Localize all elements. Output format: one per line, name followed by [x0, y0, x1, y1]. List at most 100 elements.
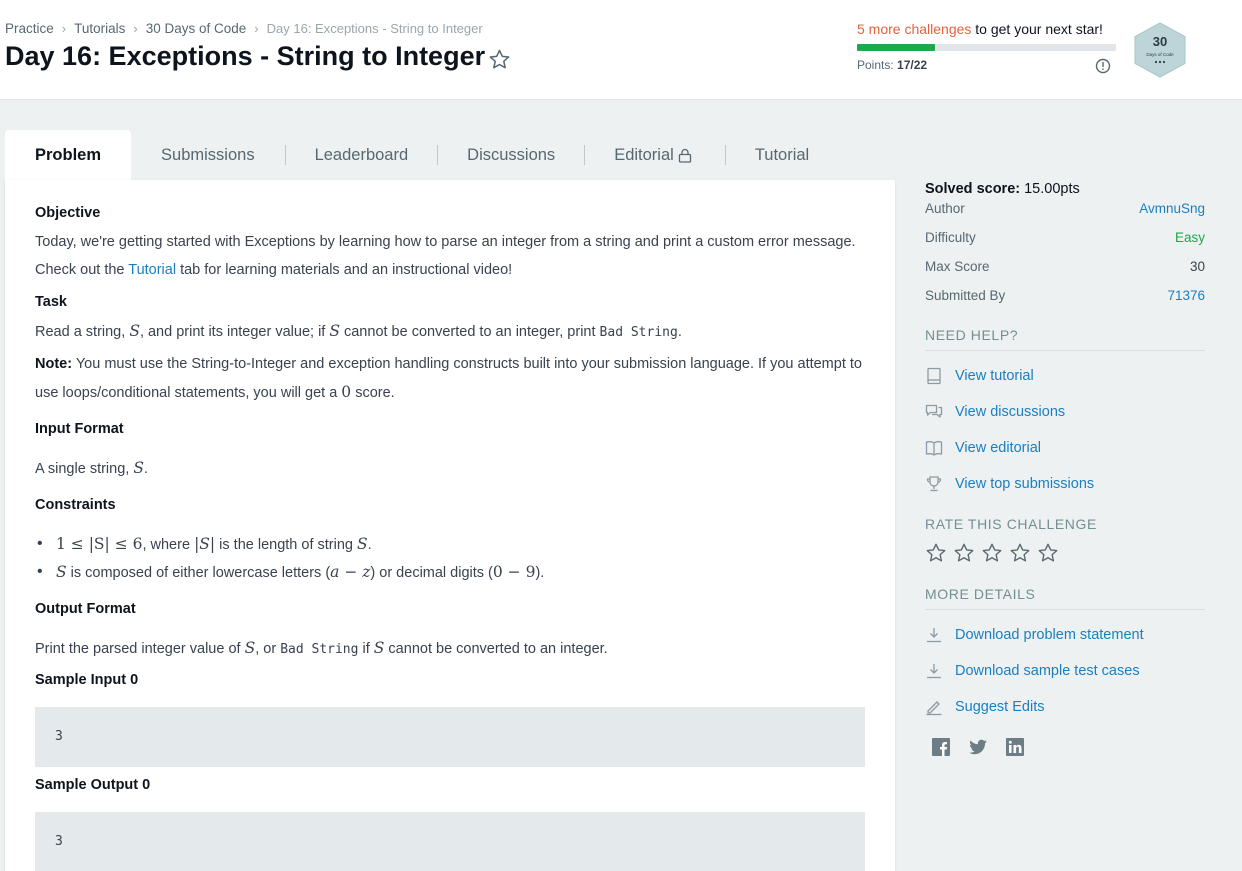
sample-output-box: 3	[35, 812, 865, 871]
chat-icon	[925, 404, 943, 418]
math-s: S	[373, 639, 385, 657]
math-s: S	[244, 639, 256, 657]
rating-star-icon[interactable]	[925, 542, 947, 564]
download-statement-link[interactable]: Download problem statement	[925, 626, 1144, 644]
tab-leaderboard[interactable]: Leaderboard	[315, 130, 409, 180]
tab-divider	[437, 145, 439, 165]
tab-problem[interactable]: Problem	[5, 130, 132, 180]
output-format-heading: Output Format	[35, 601, 136, 617]
constraints-list: 1 ≤ |S| ≤ 6, where |S| is the length of …	[35, 530, 871, 586]
star-progress-bar	[857, 44, 1116, 51]
view-discussions-link[interactable]: View discussions	[925, 403, 1065, 421]
view-top-submissions-link[interactable]: View top submissions	[925, 475, 1094, 493]
suggest-edits-link[interactable]: Suggest Edits	[925, 698, 1044, 716]
task-text-part: , and print its integer value; if	[139, 324, 330, 340]
constraint-text: , where	[142, 537, 195, 553]
meta-label: Submitted By	[925, 288, 1006, 303]
author-link[interactable]: AvmnuSng	[1139, 201, 1205, 216]
tab-editorial-label: Editorial	[614, 145, 674, 164]
objective-text-part: tab for learning materials and an instru…	[176, 262, 513, 278]
suggest-edits-label: Suggest Edits	[955, 699, 1045, 715]
task-text-part: cannot be converted to an integer, print	[339, 324, 600, 340]
view-top-submissions-label: View top submissions	[955, 476, 1095, 492]
constraints-heading: Constraints	[35, 497, 116, 513]
output-text-part: cannot be converted to an integer.	[384, 641, 608, 657]
solved-score-value: 15.00pts	[1020, 181, 1080, 197]
math-s: S	[357, 535, 368, 553]
problem-panel: Objective Today, we're getting started w…	[5, 180, 895, 871]
math-s: S	[56, 563, 67, 581]
rating-star-icon[interactable]	[981, 542, 1003, 564]
rating-star-icon[interactable]	[1037, 542, 1059, 564]
rating-star-icon[interactable]	[953, 542, 975, 564]
info-icon[interactable]	[1095, 58, 1111, 74]
meta-label: Author	[925, 201, 965, 216]
sample-output-heading: Sample Output 0	[35, 777, 151, 793]
tab-editorial[interactable]: Editorial	[614, 130, 692, 180]
task-text-part: .	[677, 324, 682, 340]
bookmark-star-icon[interactable]	[488, 48, 511, 71]
trophy-icon	[926, 476, 942, 492]
need-help-heading: NEED HELP?	[925, 327, 1205, 351]
points-label: Points:	[857, 58, 894, 72]
twitter-icon[interactable]	[967, 736, 989, 758]
breadcrumb-current: Day 16: Exceptions - String to Integer	[266, 21, 483, 36]
input-format-text: A single string, S.	[35, 454, 871, 483]
inline-code: Bad String	[599, 325, 678, 340]
tutorial-link[interactable]: Tutorial	[128, 262, 176, 278]
input-text-part: .	[143, 461, 148, 477]
rate-challenge-heading: RATE THIS CHALLENGE	[925, 516, 1097, 532]
chevron-right-icon: ›	[61, 21, 67, 36]
task-text: Read a string, S, and print its integer …	[35, 317, 871, 347]
breadcrumb-tutorials[interactable]: Tutorials	[74, 21, 125, 36]
chevron-right-icon: ›	[254, 21, 259, 36]
page-title: Day 16: Exceptions - String to Integer	[5, 41, 486, 71]
submitted-by-link[interactable]: 71376	[1167, 288, 1205, 303]
math-length-range: 1 ≤ |S| ≤ 6	[56, 535, 143, 553]
constraint-text: is composed of either lowercase letters …	[66, 565, 331, 581]
sample-input-box: 3	[35, 707, 865, 767]
note-text-part: score.	[351, 385, 395, 401]
download-statement-label: Download problem statement	[955, 627, 1144, 643]
view-tutorial-label: View tutorial	[955, 368, 1034, 384]
open-book-icon	[925, 441, 943, 456]
badge-caption: Days of Code	[1146, 52, 1174, 57]
output-text-part: Print the parsed integer value of	[35, 641, 245, 657]
view-editorial-link[interactable]: View editorial	[925, 439, 1041, 457]
note-text-part: You must use the String-to-Integer and e…	[35, 356, 862, 401]
output-text-part: if	[358, 641, 374, 657]
math-zero: 0	[341, 383, 352, 401]
solved-score: Solved score: 15.00pts	[925, 181, 1080, 197]
download-test-cases-label: Download sample test cases	[955, 663, 1140, 679]
challenge-tabs: Problem Submissions Leaderboard Discussi…	[5, 130, 895, 180]
note-label: Note:	[35, 356, 73, 372]
more-details-heading: MORE DETAILS	[925, 586, 1205, 610]
breadcrumb-practice[interactable]: Practice	[5, 21, 54, 36]
rating-star-icon[interactable]	[1009, 542, 1031, 564]
pencil-icon	[926, 701, 942, 716]
book-icon	[927, 367, 941, 385]
challenges-remaining: 5 more challenges	[857, 21, 972, 37]
difficulty-value: Easy	[1174, 230, 1205, 245]
view-discussions-label: View discussions	[955, 404, 1066, 420]
rating-stars	[925, 542, 1065, 564]
breadcrumb-30-days[interactable]: 30 Days of Code	[146, 21, 247, 36]
points-value: 17/22	[897, 58, 928, 72]
tab-submissions[interactable]: Submissions	[161, 130, 255, 180]
math-digit-range: 0 − 9	[492, 563, 536, 581]
tab-divider	[724, 145, 726, 165]
view-tutorial-link[interactable]: View tutorial	[925, 367, 1034, 385]
days-of-code-badge-icon[interactable]: 30 Days of Code	[1133, 22, 1187, 78]
tab-discussions[interactable]: Discussions	[467, 130, 555, 180]
tab-tutorial[interactable]: Tutorial	[755, 130, 809, 180]
facebook-icon[interactable]	[930, 736, 952, 758]
meta-label: Difficulty	[925, 230, 976, 245]
math-s: S	[329, 322, 340, 340]
breadcrumb: Practice › Tutorials › 30 Days of Code ›…	[5, 21, 483, 36]
task-heading: Task	[35, 294, 67, 310]
lock-icon	[678, 148, 691, 163]
math-letter-range: a − z	[330, 563, 371, 581]
download-test-cases-link[interactable]: Download sample test cases	[925, 662, 1140, 680]
objective-heading: Objective	[35, 205, 101, 221]
linkedin-icon[interactable]	[1004, 736, 1026, 758]
